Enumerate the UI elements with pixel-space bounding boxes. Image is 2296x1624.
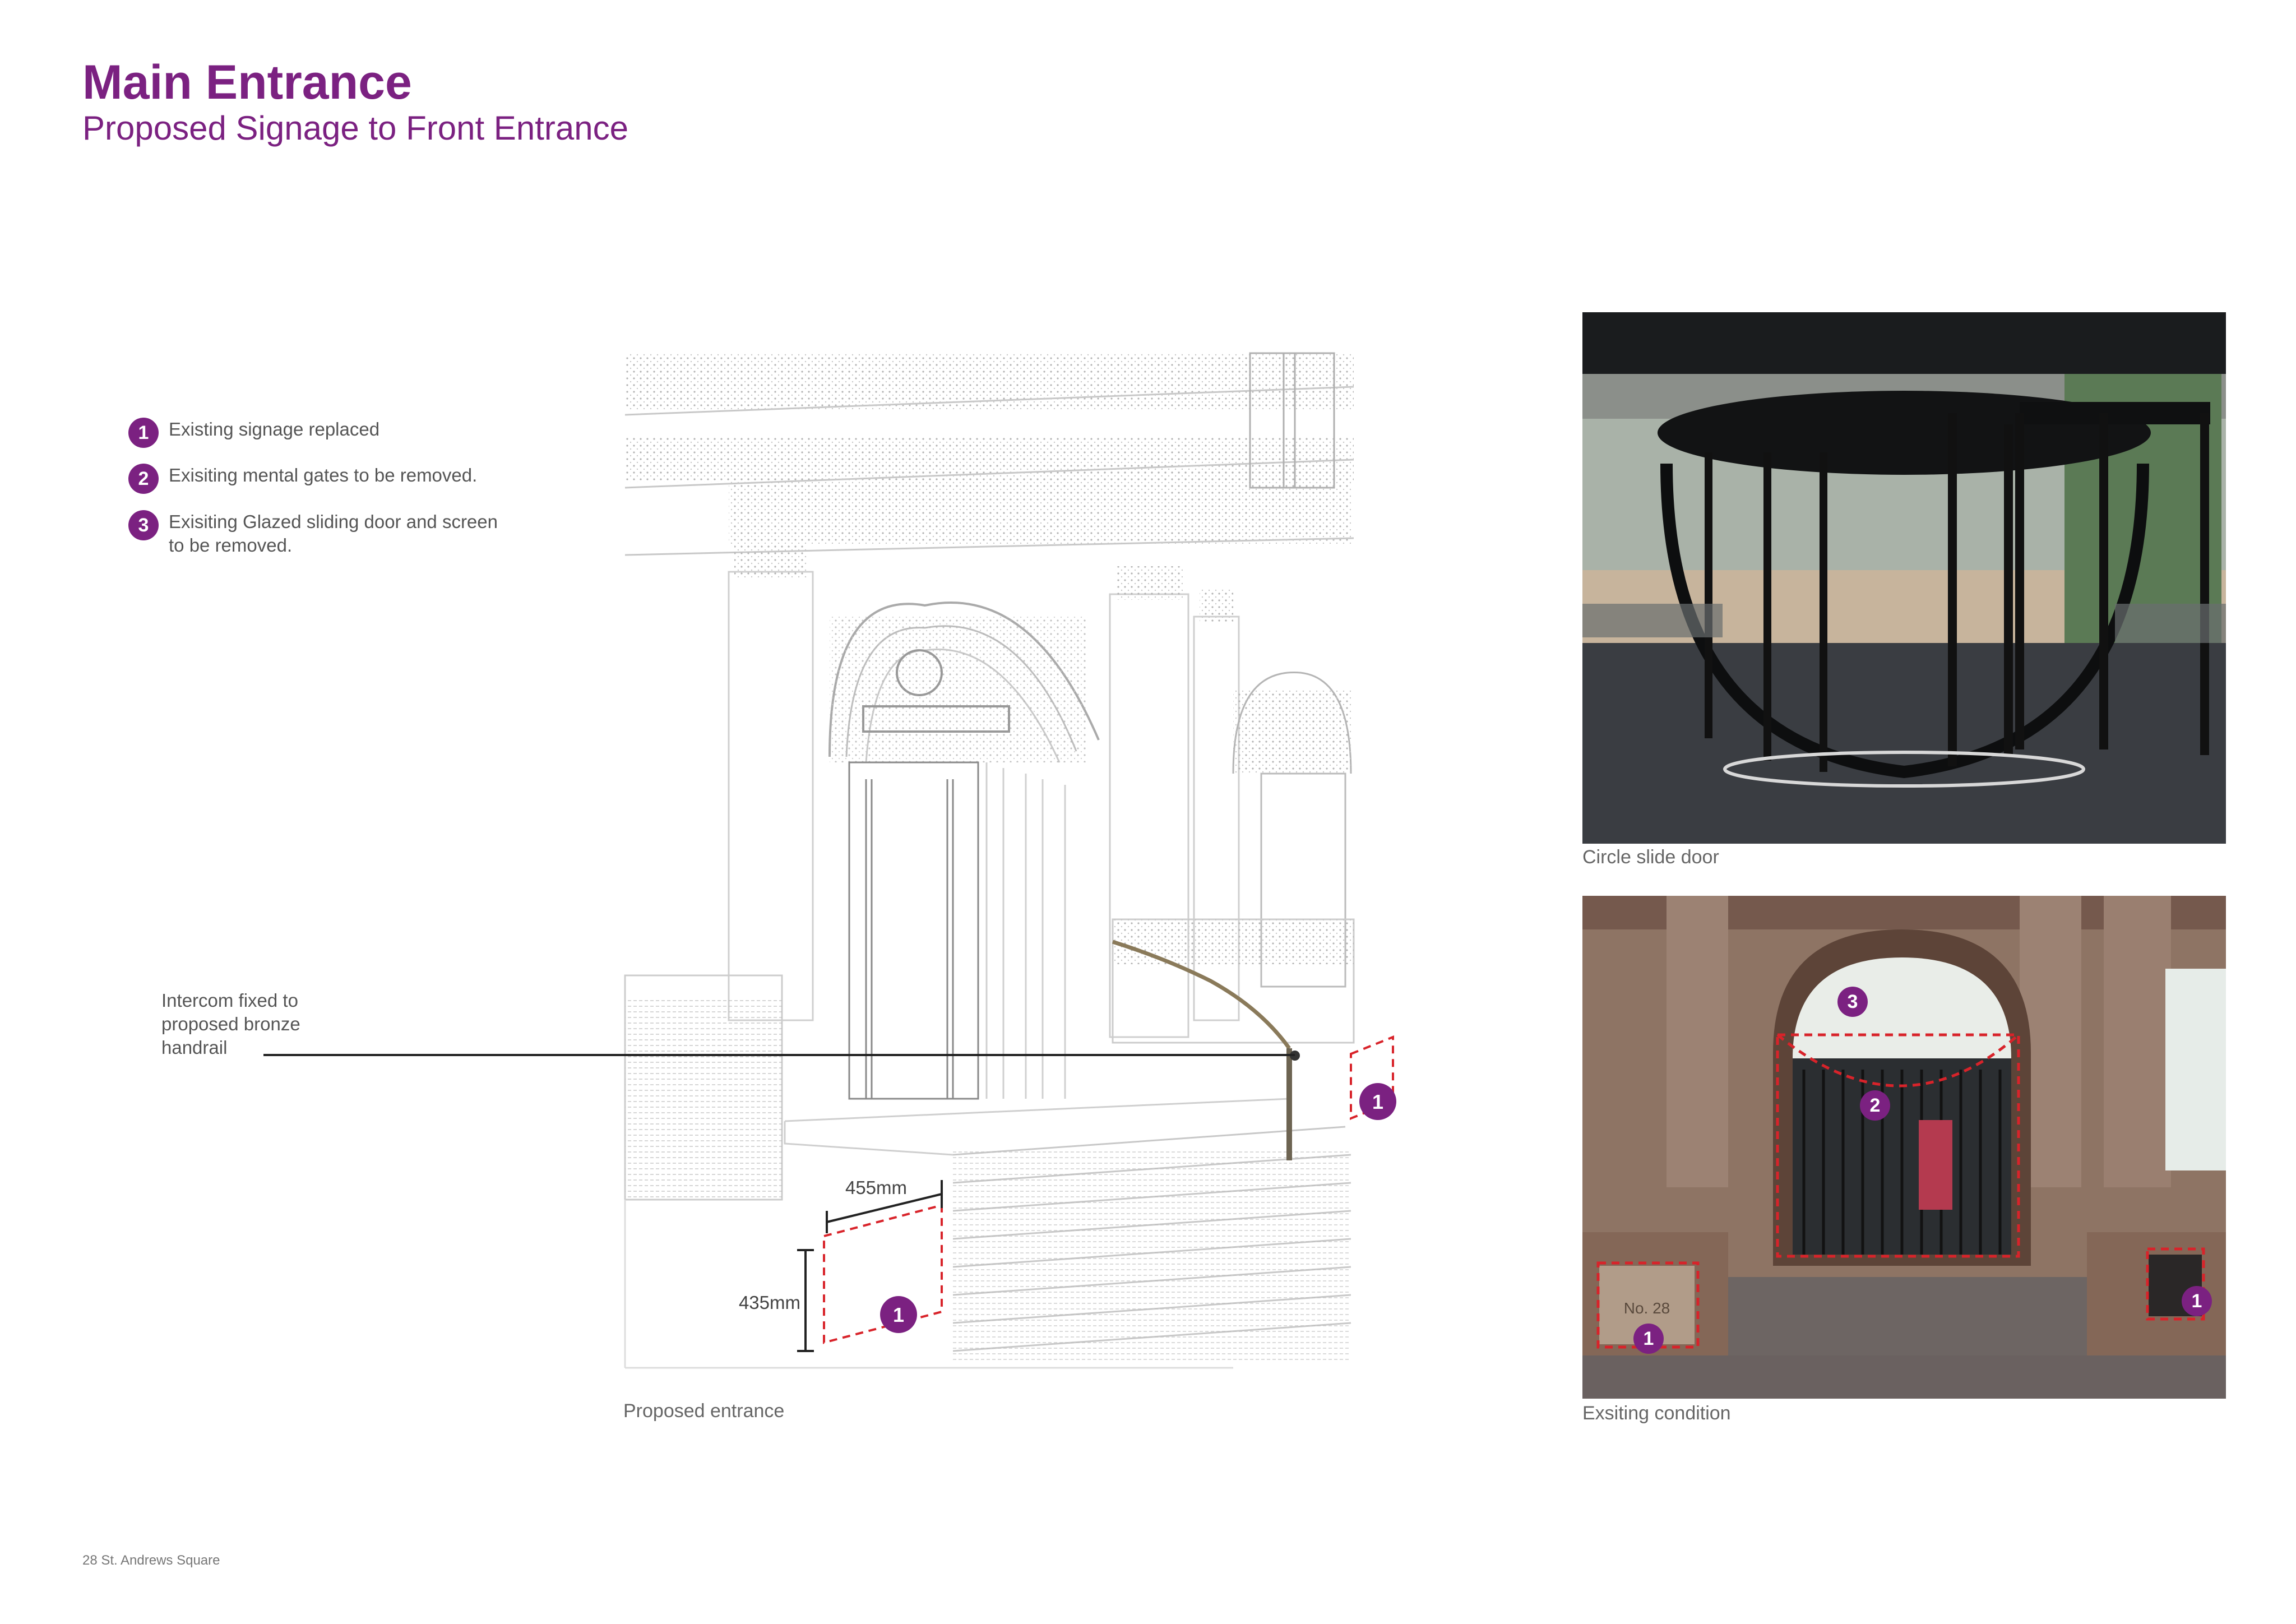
photo-marker-door: 3 — [1837, 987, 1868, 1017]
height-dimension-label: 435mm — [739, 1292, 800, 1313]
page-footer: 28 St. Andrews Square — [82, 1553, 220, 1568]
photo-existing-condition: No. 28 3 2 1 1 — [1582, 896, 2226, 1399]
caption-circle-slide-door: Circle slide door — [1582, 846, 1719, 868]
caption-proposed-entrance: Proposed entrance — [623, 1400, 785, 1422]
proposed-sign-marker-label: 1 — [893, 1303, 904, 1326]
caption-existing-condition: Exsiting condition — [1582, 1403, 1731, 1424]
existing-entrance-photo: No. 28 — [1582, 896, 2226, 1399]
photo-marker-plaque-left: 1 — [1633, 1324, 1664, 1354]
handrail-sign-marker-label: 1 — [1372, 1090, 1383, 1113]
photo-marker-gates: 2 — [1860, 1090, 1890, 1121]
photo-marker-plaque-right: 1 — [2182, 1286, 2212, 1316]
building-facade-sketch — [624, 352, 1355, 1369]
photo-circle-slide-door — [1582, 312, 2226, 844]
bronze-handrail — [1112, 940, 1300, 1160]
width-dimension-label: 455mm — [845, 1177, 907, 1198]
plaque-number-text: No. 28 — [1624, 1299, 1670, 1317]
revolving-door-photo — [1582, 312, 2226, 844]
